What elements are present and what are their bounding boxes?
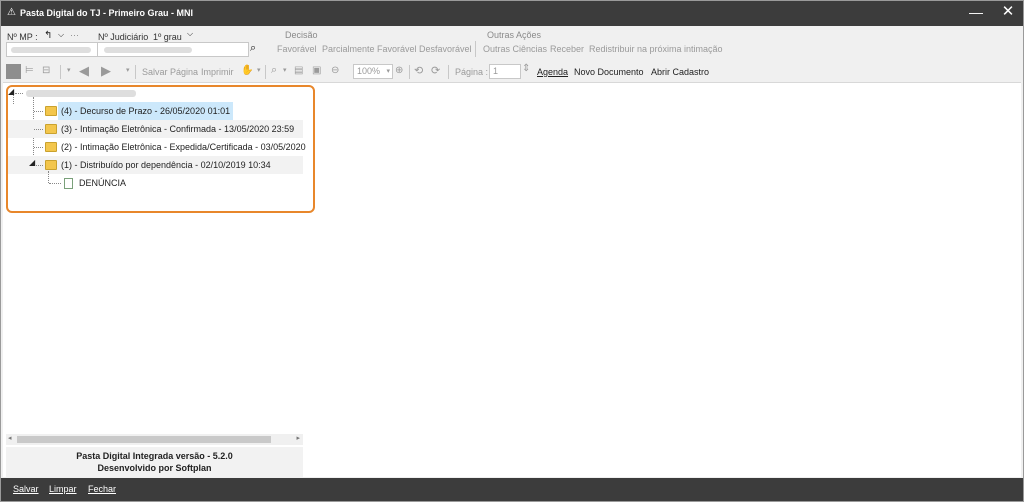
salvar-pagina-button[interactable]: Salvar Página bbox=[142, 67, 198, 77]
abrir-cadastro-button[interactable]: Abrir Cadastro bbox=[651, 67, 709, 77]
outras-acoes-group-title: Outras Ações bbox=[487, 30, 542, 40]
page-spinner-icon[interactable]: ⇕ bbox=[522, 63, 530, 74]
decisao-group-title: Decisão bbox=[285, 30, 318, 40]
zoom-search-icon[interactable]: ⌕ bbox=[271, 64, 277, 77]
imprimir-button[interactable]: Imprimir bbox=[201, 67, 234, 77]
chevron-down-icon[interactable]: ⌵ bbox=[58, 30, 64, 40]
rotate-right-icon[interactable]: ⟳ bbox=[431, 64, 440, 77]
hand-tool-icon[interactable]: ✋ bbox=[241, 65, 253, 76]
highlighted-tree-region bbox=[6, 85, 315, 213]
bottom-action-bar: Salvar Limpar Fechar bbox=[1, 478, 1023, 501]
panel-toggle-icon[interactable] bbox=[6, 64, 21, 79]
chevron-down-icon: ▾ bbox=[386, 68, 390, 75]
app-icon: ⚠ bbox=[7, 7, 16, 18]
window-title: Pasta Digital do TJ - Primeiro Grau - MN… bbox=[20, 8, 194, 18]
dropdown-arrow-icon[interactable]: ▾ bbox=[283, 66, 287, 74]
back-arrow-icon[interactable]: ↰ bbox=[44, 30, 52, 41]
page-number-value: 1 bbox=[493, 66, 499, 76]
application-window: ⚠ Pasta Digital do TJ - Primeiro Grau - … bbox=[0, 0, 1024, 502]
scroll-left-icon[interactable]: ◂ bbox=[8, 434, 12, 442]
toolbar-divider bbox=[60, 65, 61, 79]
mp-label: Nº MP : bbox=[7, 32, 38, 42]
limpar-button[interactable]: Limpar bbox=[49, 484, 77, 494]
pagina-label: Página : bbox=[455, 67, 489, 77]
salvar-button[interactable]: Salvar bbox=[13, 484, 39, 494]
group-divider bbox=[475, 41, 476, 57]
search-icon[interactable]: ⌕ bbox=[250, 42, 256, 55]
agenda-button[interactable]: Agenda bbox=[537, 67, 568, 77]
title-bar: ⚠ Pasta Digital do TJ - Primeiro Grau - … bbox=[1, 1, 1023, 26]
receber-button[interactable]: Receber bbox=[550, 44, 584, 54]
minimize-button[interactable]: — bbox=[967, 4, 985, 22]
page-number-input[interactable]: 1 bbox=[489, 64, 521, 79]
next-arrow-icon[interactable]: ▶ bbox=[101, 63, 111, 79]
scroll-right-icon[interactable]: ▸ bbox=[296, 434, 300, 442]
redacted-text bbox=[11, 47, 91, 53]
mp-number-field[interactable] bbox=[6, 42, 98, 57]
toolbar-divider bbox=[265, 65, 266, 79]
toolbar-divider bbox=[135, 65, 136, 79]
rotate-left-icon[interactable]: ⟲ bbox=[414, 64, 423, 77]
version-line: Pasta Digital Integrada versão - 5.2.0 bbox=[76, 451, 233, 461]
dropdown-arrow-icon[interactable]: ▾ bbox=[67, 66, 71, 74]
zoom-in-icon[interactable]: ⊕ bbox=[395, 65, 403, 76]
toolbar-divider bbox=[409, 65, 410, 79]
zoom-select[interactable]: 100% ▾ bbox=[353, 64, 393, 79]
more-options-ellipsis[interactable]: ··· bbox=[70, 30, 79, 40]
desfavoravel-button[interactable]: Desfavorável bbox=[419, 44, 472, 54]
zoom-value: 100% bbox=[357, 66, 381, 76]
fechar-button[interactable]: Fechar bbox=[88, 484, 116, 494]
dropdown-arrow-icon[interactable]: ▾ bbox=[257, 66, 261, 74]
novo-documento-button[interactable]: Novo Documento bbox=[574, 67, 644, 77]
dropdown-arrow-icon[interactable]: ▾ bbox=[126, 66, 130, 74]
version-info: Pasta Digital Integrada versão - 5.2.0 D… bbox=[6, 447, 303, 477]
close-button[interactable]: ✕ bbox=[999, 4, 1017, 22]
previous-arrow-icon[interactable]: ◀ bbox=[79, 63, 89, 79]
judiciario-label: Nº Judiciário bbox=[98, 32, 149, 42]
judiciario-number-field[interactable] bbox=[97, 42, 249, 57]
redacted-text bbox=[104, 47, 192, 53]
tree-horizontal-scrollbar[interactable]: ◂ ▸ bbox=[6, 434, 303, 445]
list-view-icon[interactable]: ⊟ bbox=[42, 65, 50, 76]
developer-line: Desenvolvido por Softplan bbox=[97, 463, 212, 473]
scrollbar-thumb[interactable] bbox=[17, 436, 271, 443]
parcialmente-favoravel-button[interactable]: Parcialmente Favorável bbox=[322, 44, 417, 54]
grau-label: 1º grau bbox=[153, 32, 182, 42]
outras-ciencias-button[interactable]: Outras Ciências bbox=[483, 44, 547, 54]
fit-width-icon[interactable]: ▤ bbox=[294, 65, 303, 76]
zoom-out-icon[interactable]: ⊖ bbox=[331, 65, 339, 76]
toolbar-divider bbox=[448, 65, 449, 79]
fit-page-icon[interactable]: ▣ bbox=[312, 65, 321, 76]
redistribuir-button[interactable]: Redistribuir na próxima intimação bbox=[589, 44, 723, 54]
tree-view-icon[interactable]: ⊨ bbox=[25, 65, 34, 76]
grau-dropdown-icon[interactable]: ⌵ bbox=[187, 29, 193, 39]
favoravel-button[interactable]: Favorável bbox=[277, 44, 317, 54]
